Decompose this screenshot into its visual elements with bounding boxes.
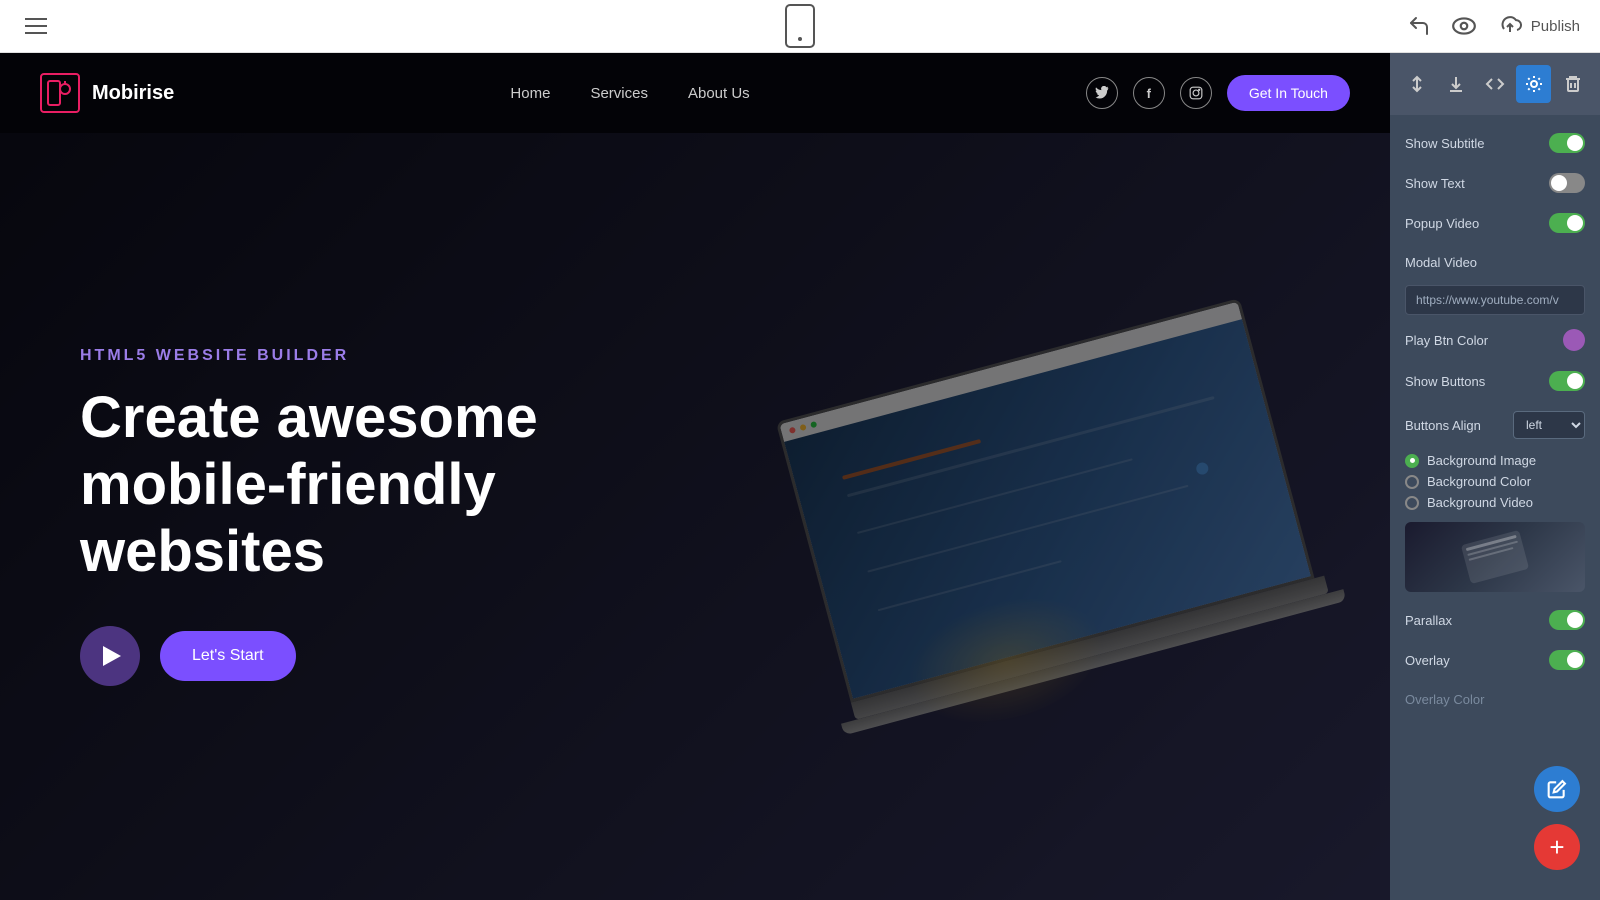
modal-video-label: Modal Video (1405, 255, 1585, 270)
show-buttons-row: Show Buttons (1390, 361, 1600, 401)
undo-icon[interactable] (1407, 14, 1431, 38)
parallax-toggle[interactable] (1549, 610, 1585, 630)
play-btn-color-swatch[interactable] (1563, 329, 1585, 351)
play-btn-color-row: Play Btn Color (1390, 319, 1600, 361)
show-text-label: Show Text (1405, 176, 1549, 191)
edit-fab-button[interactable] (1534, 766, 1580, 812)
bg-video-label: Background Video (1427, 495, 1533, 510)
publish-button[interactable]: Publish (1497, 16, 1580, 36)
nav-link-about[interactable]: About Us (688, 85, 750, 102)
overlay-color-label: Overlay Color (1405, 692, 1585, 707)
lets-start-button[interactable]: Let's Start (160, 631, 296, 681)
facebook-icon[interactable]: f (1133, 77, 1165, 109)
overlay-toggle[interactable] (1549, 650, 1585, 670)
get-in-touch-button[interactable]: Get In Touch (1227, 75, 1350, 111)
parallax-row: Parallax (1390, 600, 1600, 640)
bg-thumbnail[interactable] (1405, 522, 1585, 592)
bg-color-radio-circle (1405, 475, 1419, 489)
background-type-group: Background Image Background Color Backgr… (1390, 449, 1600, 514)
parallax-label: Parallax (1405, 613, 1549, 628)
bg-image-radio[interactable]: Background Image (1405, 453, 1585, 468)
website-preview: Mobirise Home Services About Us f Get In… (0, 53, 1390, 900)
logo-name: Mobirise (92, 82, 174, 105)
publish-label: Publish (1531, 18, 1580, 35)
cloud-upload-icon (1497, 16, 1523, 36)
play-triangle-icon (103, 646, 121, 666)
bg-image-radio-circle (1405, 454, 1419, 468)
logo-icon (40, 73, 80, 113)
play-btn-color-label: Play Btn Color (1405, 333, 1563, 348)
hero-content: HTML5 WEBSITE BUILDER Create awesome mob… (0, 287, 700, 745)
preview-navbar: Mobirise Home Services About Us f Get In… (0, 53, 1390, 133)
download-button[interactable] (1439, 65, 1474, 103)
overlay-label: Overlay (1405, 653, 1549, 668)
top-bar-right: Publish (1407, 14, 1580, 38)
code-button[interactable] (1478, 65, 1513, 103)
buttons-align-select[interactable]: left center right (1513, 411, 1585, 439)
add-icon: + (1549, 834, 1564, 860)
hamburger-menu[interactable] (20, 13, 52, 39)
preview-icon[interactable] (1451, 16, 1477, 36)
nav-links: Home Services About Us (510, 85, 749, 102)
show-subtitle-label: Show Subtitle (1405, 136, 1549, 151)
hero-subtitle: HTML5 WEBSITE BUILDER (80, 347, 620, 365)
mobile-device-icon[interactable] (785, 4, 815, 48)
bg-video-radio[interactable]: Background Video (1405, 495, 1585, 510)
show-buttons-label: Show Buttons (1405, 374, 1549, 389)
toolbar-icons-row (1390, 53, 1600, 115)
overlay-row: Overlay (1390, 640, 1600, 680)
hero-section: HTML5 WEBSITE BUILDER Create awesome mob… (0, 133, 1390, 900)
nav-right: f Get In Touch (1086, 75, 1350, 111)
canvas-area: Mobirise Home Services About Us f Get In… (0, 53, 1600, 900)
bg-color-label: Background Color (1427, 474, 1531, 489)
sort-button[interactable] (1400, 65, 1435, 103)
top-bar-left (20, 13, 52, 39)
show-text-toggle[interactable] (1549, 173, 1585, 193)
hero-buttons: Let's Start (80, 626, 620, 686)
add-fab-button[interactable]: + (1534, 824, 1580, 870)
play-video-button[interactable] (80, 626, 140, 686)
top-bar-center (785, 4, 815, 48)
show-subtitle-toggle[interactable] (1549, 133, 1585, 153)
buttons-align-row: Buttons Align left center right (1390, 401, 1600, 449)
modal-video-input[interactable] (1405, 285, 1585, 315)
fab-container: + (1534, 766, 1580, 870)
nav-link-services[interactable]: Services (590, 85, 648, 102)
buttons-align-label: Buttons Align (1405, 418, 1513, 433)
nav-link-home[interactable]: Home (510, 85, 550, 102)
settings-button[interactable] (1516, 65, 1551, 103)
preview-logo: Mobirise (40, 73, 174, 113)
overlay-color-row: Overlay Color (1390, 680, 1600, 718)
popup-video-label: Popup Video (1405, 216, 1549, 231)
show-buttons-toggle[interactable] (1549, 371, 1585, 391)
delete-button[interactable] (1555, 65, 1590, 103)
twitter-icon[interactable] (1086, 77, 1118, 109)
show-subtitle-row: Show Subtitle (1390, 123, 1600, 163)
bg-image-label: Background Image (1427, 453, 1536, 468)
modal-video-row: Modal Video (1390, 243, 1600, 281)
show-text-row: Show Text (1390, 163, 1600, 203)
top-bar: Publish (0, 0, 1600, 53)
bg-color-radio[interactable]: Background Color (1405, 474, 1585, 489)
hero-title: Create awesome mobile-friendly websites (80, 385, 620, 585)
popup-video-toggle[interactable] (1549, 213, 1585, 233)
instagram-icon[interactable] (1180, 77, 1212, 109)
popup-video-row: Popup Video (1390, 203, 1600, 243)
bg-video-radio-circle (1405, 496, 1419, 510)
